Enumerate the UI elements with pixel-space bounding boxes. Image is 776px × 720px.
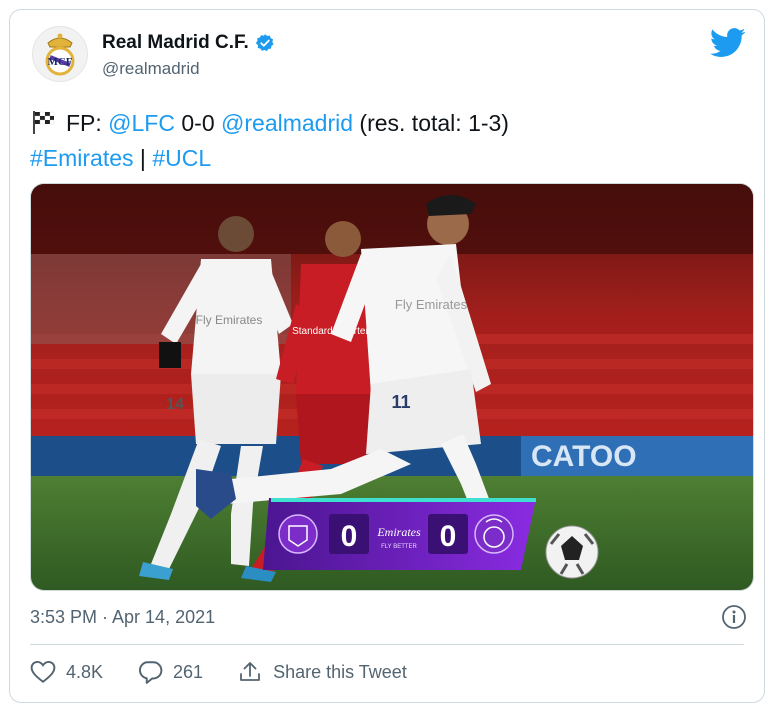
twitter-bird-icon[interactable] xyxy=(710,28,746,63)
away-score: 0 xyxy=(440,520,457,553)
display-name[interactable]: Real Madrid C.F. xyxy=(102,32,249,54)
hashtag-separator: | xyxy=(133,145,153,171)
reply-button[interactable]: 261 xyxy=(137,660,203,684)
reply-icon xyxy=(139,661,163,684)
share-label: Share this Tweet xyxy=(273,661,407,682)
verified-badge-icon xyxy=(255,34,274,52)
match-photo: CATOO Fly Emirates 14 Standard Chartered… xyxy=(31,184,753,590)
scoreboard-overlay: 0 Emirates FLY BETTER 0 xyxy=(263,498,536,570)
tweet-prefix: FP: xyxy=(66,110,109,136)
info-icon[interactable] xyxy=(721,604,747,635)
mention-realmadrid[interactable]: @realmadrid xyxy=(221,110,353,136)
share-button[interactable]: Share this Tweet xyxy=(237,660,407,684)
avatar[interactable]: MCF xyxy=(32,26,88,82)
score-text: 0-0 xyxy=(174,110,222,136)
divider xyxy=(30,644,744,645)
heart-icon xyxy=(30,660,56,683)
chequered-flag-icon xyxy=(33,111,55,134)
player-number-11: 11 xyxy=(391,392,410,412)
stadium-board-text: CATOO xyxy=(531,440,637,473)
player-number-14: 14 xyxy=(166,396,184,413)
like-button[interactable]: 4.8K xyxy=(30,660,103,684)
hashtag-emirates[interactable]: #Emirates xyxy=(30,145,134,171)
liverpool-crest-icon xyxy=(278,514,318,554)
real-madrid-crest-icon: MCF xyxy=(45,33,75,76)
home-score: 0 xyxy=(341,520,358,553)
tweet-text: FP: @LFC 0-0 @realmadrid (res. total: 1-… xyxy=(30,106,509,176)
scoreboard-sponsor-sub: FLY BETTER xyxy=(381,544,417,550)
svg-text:MCF: MCF xyxy=(47,56,72,68)
football-icon xyxy=(545,525,599,579)
tweet-actions: 4.8K 261 Share this Tweet xyxy=(30,660,441,684)
reply-count: 261 xyxy=(173,661,204,682)
tweet-timestamp[interactable]: 3:53 PM · Apr 14, 2021 xyxy=(30,607,215,628)
scoreboard-sponsor: Emirates xyxy=(376,525,421,539)
tweet-photo[interactable]: CATOO Fly Emirates 14 Standard Chartered… xyxy=(30,183,754,591)
like-count: 4.8K xyxy=(66,661,104,682)
shirt-sponsor-left: Fly Emirates xyxy=(196,313,263,327)
hashtag-ucl[interactable]: #UCL xyxy=(152,145,211,171)
account-handle[interactable]: @realmadrid xyxy=(102,59,200,79)
tweet-line-1: FP: @LFC 0-0 @realmadrid (res. total: 1-… xyxy=(30,106,509,141)
display-name-row[interactable]: Real Madrid C.F. xyxy=(102,32,275,54)
mention-lfc[interactable]: @LFC xyxy=(108,110,175,136)
shirt-sponsor-right: Fly Emirates xyxy=(395,297,468,312)
share-icon xyxy=(240,662,260,681)
tweet-suffix: (res. total: 1-3) xyxy=(353,110,509,136)
tweet-line-2: #Emirates | #UCL xyxy=(30,141,509,176)
tweet-card: MCF Real Madrid C.F. @realmadrid FP: @LF… xyxy=(9,9,765,703)
